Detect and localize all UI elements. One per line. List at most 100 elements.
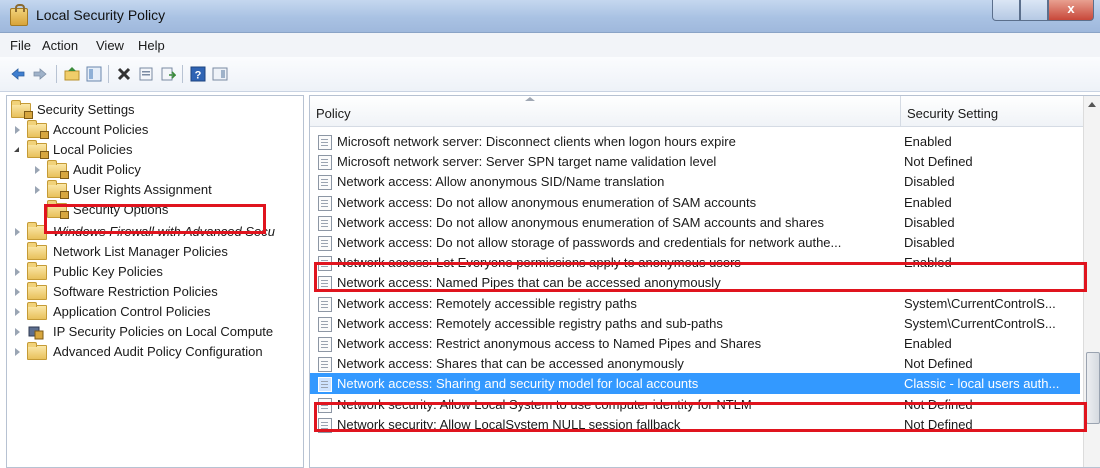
security-setting-value: Classic - local users auth... [904,376,1060,392]
toolbar-separator [182,65,183,83]
policy-row[interactable]: Microsoft network server: Disconnect cli… [310,131,1080,152]
security-setting-value: Enabled [904,194,952,210]
policy-name: Network access: Sharing and security mod… [337,376,699,392]
close-button[interactable]: x [1048,0,1094,21]
policy-name: Microsoft network server: Disconnect cli… [337,134,736,149]
policy-row[interactable]: Network access: Restrict anonymous acces… [310,333,1080,354]
expand-arrow-icon[interactable] [15,308,20,316]
security-setting-value: Disabled [904,235,955,250]
delete-icon[interactable] [116,66,132,82]
policy-name: Network access: Shares that can be acces… [337,356,684,372]
tree-label: IP Security Policies on Local Compute [53,324,274,339]
policy-row[interactable]: Network access: Do not allow anonymous e… [310,192,1080,213]
policy-icon [318,236,332,251]
lock-folder-icon [27,120,49,139]
tree-label: Account Policies [53,122,149,137]
highlight-box-sharing-model [314,402,1087,432]
policy-row[interactable]: Network access: Do not allow anonymous e… [310,212,1080,233]
policy-row[interactable]: Network access: Do not allow storage of … [310,232,1080,253]
policy-name: Network access: Restrict anonymous acces… [337,336,762,351]
security-setting-value: Disabled [904,174,955,190]
console-tree-pane[interactable]: Security Settings Account Policies Local… [6,95,304,468]
expand-arrow-icon[interactable] [15,288,20,296]
policy-icon [318,316,332,332]
show-hide-tree-icon[interactable] [86,66,102,82]
menu-action[interactable]: Action [42,38,78,53]
tree-label: Local Policies [53,142,133,157]
expand-arrow-icon[interactable] [15,228,20,236]
policy-row[interactable]: Network access: Remotely accessible regi… [310,293,1080,314]
menu-view[interactable]: View [96,38,124,53]
policy-name: Network access: Remotely accessible regi… [337,295,637,311]
ipsec-icon [28,326,44,340]
security-setting-value: Enabled [904,336,952,351]
expand-arrow-icon[interactable] [15,328,20,336]
scroll-up-arrow-icon[interactable] [1088,102,1096,107]
policy-name: Microsoft network server: Server SPN tar… [337,154,717,170]
folder-icon [27,262,47,280]
policy-icon [318,175,332,191]
security-policy-app-icon [10,4,28,26]
policy-row[interactable]: Network access: Sharing and security mod… [310,373,1080,395]
policy-icon [318,296,332,312]
properties-icon[interactable] [138,66,154,82]
scrollbar-thumb[interactable] [1086,352,1100,424]
export-list-icon[interactable] [160,66,176,82]
expand-arrow-icon[interactable] [35,186,40,194]
column-header-label: Security Setting [907,106,999,121]
maximize-button[interactable] [1020,0,1048,21]
tree-label: Network List Manager Policies [53,244,228,259]
highlight-box-security-options [44,204,266,234]
security-setting-value: Disabled [904,214,955,230]
toolbar: ? [0,57,1100,92]
window-title: Local Security Policy [36,7,166,23]
minimize-button[interactable] [992,0,1020,21]
forward-arrow-icon[interactable] [32,66,48,82]
security-setting-value: Not Defined [904,154,973,170]
expand-arrow-icon[interactable] [15,348,20,356]
policy-name: Network access: Do not allow storage of … [337,235,842,250]
up-folder-icon[interactable] [64,66,80,82]
title-bar[interactable]: Local Security Policy x [0,0,1100,33]
tree-label: User Rights Assignment [73,182,212,197]
lock-folder-icon [47,180,69,199]
help-icon[interactable]: ? [190,66,206,82]
tree-label: Software Restriction Policies [53,284,218,299]
policy-icon [318,135,332,150]
tree-label: Public Key Policies [53,264,163,279]
security-settings-icon [11,100,33,119]
tree-label: Application Control Policies [53,304,211,319]
column-header-security-setting[interactable]: Security Setting [901,96,1084,127]
tree-label: Audit Policy [73,162,141,177]
folder-icon [27,282,47,300]
tree-label: Security Settings [37,102,135,117]
policy-row[interactable]: Microsoft network server: Server SPN tar… [310,151,1080,172]
policy-row[interactable]: Network access: Allow anonymous SID/Name… [310,171,1080,192]
collapse-arrow-icon[interactable] [14,147,19,152]
policy-name: Network access: Do not allow anonymous e… [337,214,825,230]
policy-row[interactable]: Network access: Remotely accessible regi… [310,313,1080,334]
folder-icon [27,242,47,260]
expand-arrow-icon[interactable] [15,126,20,134]
expand-arrow-icon[interactable] [15,268,20,276]
menu-help[interactable]: Help [138,38,165,53]
sort-ascending-icon [525,97,535,101]
toolbar-separator [108,65,109,83]
column-header-policy[interactable]: Policy [310,96,901,127]
expand-arrow-icon[interactable] [35,166,40,174]
policy-name: Network access: Do not allow anonymous e… [337,194,757,210]
toggle-pane-icon[interactable] [212,66,228,82]
menu-file[interactable]: File [10,38,31,53]
policy-icon [318,215,332,231]
security-setting-value: Enabled [904,134,952,149]
policy-icon [318,195,332,211]
back-arrow-icon[interactable] [10,66,26,82]
policy-name: Network access: Remotely accessible regi… [337,315,723,331]
toolbar-separator [56,65,57,83]
folder-icon [27,302,47,320]
policy-icon [318,377,332,393]
security-setting-value: Not Defined [904,356,973,372]
svg-text:?: ? [195,70,202,82]
tree-label: Advanced Audit Policy Configuration [53,344,263,359]
policy-row[interactable]: Network access: Shares that can be acces… [310,353,1080,374]
